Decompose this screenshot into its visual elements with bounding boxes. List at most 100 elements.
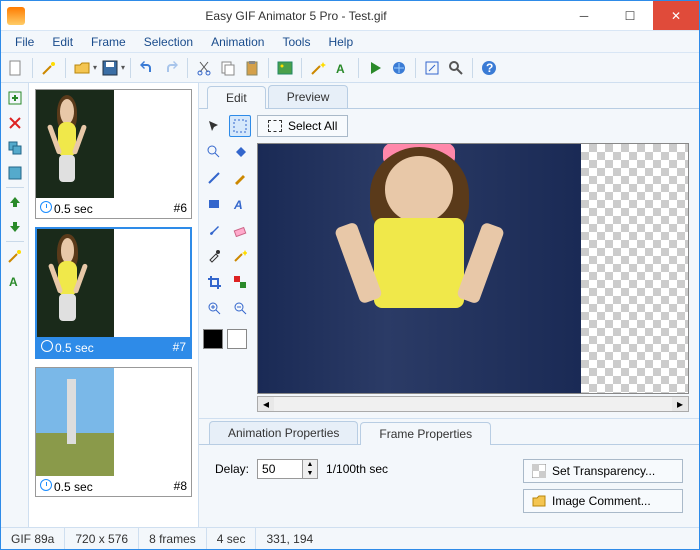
effects-icon[interactable] — [307, 57, 329, 79]
svg-text:A: A — [233, 198, 243, 211]
copy-icon[interactable] — [217, 57, 239, 79]
menu-file[interactable]: File — [7, 33, 42, 51]
tab-animation-properties[interactable]: Animation Properties — [209, 421, 358, 444]
svg-text:?: ? — [486, 61, 493, 75]
menu-edit[interactable]: Edit — [44, 33, 81, 51]
help-icon[interactable]: ? — [478, 57, 500, 79]
new-icon[interactable] — [5, 57, 27, 79]
crop-tool-icon[interactable] — [203, 271, 225, 293]
menu-selection[interactable]: Selection — [136, 33, 201, 51]
undo-icon[interactable] — [136, 57, 158, 79]
frame-effects-icon[interactable] — [4, 245, 26, 267]
spin-down-icon[interactable]: ▼ — [303, 469, 317, 478]
brush-tool-icon[interactable] — [203, 219, 225, 241]
status-coords: 331, 194 — [256, 528, 323, 549]
open-icon[interactable] — [71, 57, 93, 79]
text-tool-icon[interactable]: A — [229, 193, 251, 215]
image-comment-button[interactable]: Image Comment... — [523, 489, 683, 513]
edit-frame-icon[interactable] — [4, 162, 26, 184]
open-dropdown[interactable]: ▾ — [93, 63, 97, 72]
delay-unit: 1/100th sec — [326, 462, 388, 476]
delay-spinner[interactable]: ▲▼ — [257, 459, 318, 479]
pencil-tool-icon[interactable] — [229, 167, 251, 189]
redo-icon[interactable] — [160, 57, 182, 79]
zoom-in-icon[interactable] — [203, 297, 225, 319]
frame-list[interactable]: 0.5 sec#6 0.5 sec#7 0.5 sec#8 — [29, 83, 199, 527]
maximize-button[interactable]: ☐ — [607, 1, 653, 30]
horizontal-scrollbar[interactable]: ◂ ▸ — [257, 396, 689, 412]
menu-animation[interactable]: Animation — [203, 33, 272, 51]
move-up-icon[interactable] — [4, 191, 26, 213]
transparency-icon — [532, 464, 546, 478]
wand-tool-icon[interactable] — [229, 245, 251, 267]
image-icon[interactable] — [274, 57, 296, 79]
zoom-tool-icon[interactable] — [203, 141, 225, 163]
delay-label: Delay: — [215, 462, 249, 476]
status-format: GIF 89a — [1, 528, 65, 549]
frame-item[interactable]: 0.5 sec#6 — [35, 89, 192, 219]
minimize-button[interactable]: ─ — [561, 1, 607, 30]
scroll-left-icon[interactable]: ◂ — [258, 397, 274, 411]
menu-frame[interactable]: Frame — [83, 33, 134, 51]
clock-icon — [40, 201, 52, 213]
select-all-button[interactable]: Select All — [257, 115, 348, 137]
clock-icon — [40, 479, 52, 491]
scroll-right-icon[interactable]: ▸ — [672, 397, 688, 411]
statusbar: GIF 89a 720 x 576 8 frames 4 sec 331, 19… — [1, 527, 699, 549]
svg-text:A: A — [336, 62, 345, 76]
canvas-transparent-area — [581, 144, 689, 393]
app-window: Easy GIF Animator 5 Pro - Test.gif ─ ☐ ✕… — [0, 0, 700, 550]
window-title: Easy GIF Animator 5 Pro - Test.gif — [31, 9, 561, 23]
search-icon[interactable] — [445, 57, 467, 79]
set-transparency-button[interactable]: Set Transparency... — [523, 459, 683, 483]
tab-preview[interactable]: Preview — [268, 85, 349, 108]
add-frame-icon[interactable] — [4, 87, 26, 109]
clock-icon — [41, 340, 53, 352]
paste-icon[interactable] — [241, 57, 263, 79]
tab-frame-properties[interactable]: Frame Properties — [360, 422, 491, 445]
spin-up-icon[interactable]: ▲ — [303, 460, 317, 469]
duplicate-frame-icon[interactable] — [4, 137, 26, 159]
tool-palette: A — [199, 109, 257, 418]
editor-tabs: Edit Preview — [199, 83, 699, 109]
move-down-icon[interactable] — [4, 216, 26, 238]
cut-icon[interactable] — [193, 57, 215, 79]
frame-text-icon[interactable]: A — [4, 270, 26, 292]
background-color[interactable] — [227, 329, 247, 349]
delay-input[interactable] — [258, 460, 302, 478]
folder-icon — [532, 494, 546, 508]
status-duration: 4 sec — [207, 528, 257, 549]
app-icon — [7, 7, 25, 25]
eyedropper-tool-icon[interactable] — [203, 245, 225, 267]
titlebar: Easy GIF Animator 5 Pro - Test.gif ─ ☐ ✕ — [1, 1, 699, 31]
eraser-tool-icon[interactable] — [229, 219, 251, 241]
marquee-tool-icon[interactable] — [229, 115, 251, 137]
fill-tool-icon[interactable] — [229, 141, 251, 163]
canvas-image — [258, 144, 581, 393]
tab-edit[interactable]: Edit — [207, 86, 266, 109]
delete-frame-icon[interactable] — [4, 112, 26, 134]
wizard-icon[interactable] — [38, 57, 60, 79]
menu-help[interactable]: Help — [320, 33, 361, 51]
zoom-out-icon[interactable] — [229, 297, 251, 319]
foreground-color[interactable] — [203, 329, 223, 349]
properties-panel: Animation Properties Frame Properties De… — [199, 418, 699, 527]
color-swatches — [203, 329, 247, 349]
play-icon[interactable] — [364, 57, 386, 79]
pointer-tool-icon[interactable] — [203, 115, 225, 137]
menu-tools[interactable]: Tools — [274, 33, 318, 51]
side-toolbar: A — [1, 83, 29, 527]
preview-browser-icon[interactable] — [388, 57, 410, 79]
save-dropdown[interactable]: ▾ — [121, 63, 125, 72]
save-icon[interactable] — [99, 57, 121, 79]
canvas[interactable] — [257, 143, 689, 394]
color-replace-icon[interactable] — [229, 271, 251, 293]
svg-text:A: A — [9, 275, 18, 289]
text-icon[interactable]: A — [331, 57, 353, 79]
close-button[interactable]: ✕ — [653, 1, 699, 30]
line-tool-icon[interactable] — [203, 167, 225, 189]
resize-icon[interactable] — [421, 57, 443, 79]
rect-tool-icon[interactable] — [203, 193, 225, 215]
frame-item-selected[interactable]: 0.5 sec#7 — [35, 227, 192, 359]
frame-item[interactable]: 0.5 sec#8 — [35, 367, 192, 497]
